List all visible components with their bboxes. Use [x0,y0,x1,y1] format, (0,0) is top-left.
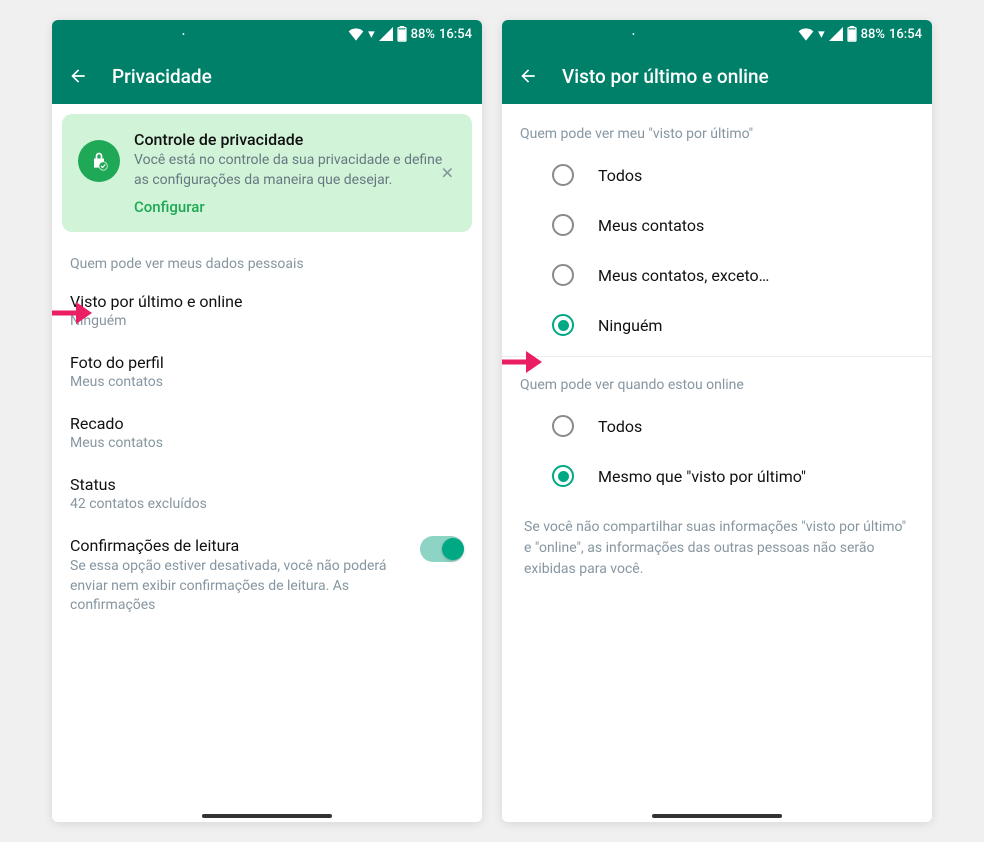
close-icon[interactable]: ✕ [435,158,460,189]
radio-same-as-lastseen[interactable]: Mesmo que "visto por último" [502,451,932,501]
banner-desc: Você está no controle da sua privacidade… [134,151,456,190]
footer-note: Se você não compartilhar suas informaçõe… [502,501,932,596]
wifi-icon [798,27,814,41]
setting-status[interactable]: Status 42 contatos excluídos [52,463,482,524]
radio-icon [552,415,574,437]
banner-link[interactable]: Configurar [134,198,456,216]
lock-check-icon [78,140,120,182]
status-bar: • ▾ 88% 16:54 [502,20,932,48]
nav-handle[interactable] [202,814,332,818]
setting-last-seen[interactable]: Visto por último e online Ninguém [52,280,482,341]
divider [502,356,932,357]
radio-icon [552,164,574,186]
wifi-icon [348,27,364,41]
section-header-lastseen: Quem pode ver meu "visto por último" [502,104,932,150]
clock: 16:54 [889,27,922,42]
battery-icon [397,26,407,42]
arrow-annotation [502,347,544,377]
radio-nobody[interactable]: Ninguém [502,300,932,350]
section-header-online: Quem pode ver quando estou online [502,363,932,401]
signal-icon [379,27,393,41]
read-receipts-toggle[interactable] [420,536,464,562]
radio-icon [552,264,574,286]
radio-everyone[interactable]: Todos [502,150,932,200]
back-icon[interactable] [68,66,88,86]
back-icon[interactable] [518,66,538,86]
arrow-annotation [52,298,94,328]
page-title: Privacidade [112,65,212,88]
radio-icon [552,214,574,236]
app-bar: Privacidade [52,48,482,104]
setting-profile-photo[interactable]: Foto do perfil Meus contatos [52,341,482,402]
radio-icon-selected [552,465,574,487]
setting-read-receipts[interactable]: Confirmações de leitura Se essa opção es… [52,524,482,628]
battery-pct: 88% [411,27,435,42]
radio-my-contacts[interactable]: Meus contatos [502,200,932,250]
setting-about[interactable]: Recado Meus contatos [52,402,482,463]
privacy-control-banner: Controle de privacidade Você está no con… [62,114,472,232]
nav-handle[interactable] [652,814,782,818]
clock: 16:54 [439,27,472,42]
page-title: Visto por último e online [562,65,769,88]
signal-icon [829,27,843,41]
radio-online-everyone[interactable]: Todos [502,401,932,451]
status-bar: • ▾ 88% 16:54 [52,20,482,48]
section-header: Quem pode ver meus dados pessoais [52,242,482,280]
banner-title: Controle de privacidade [134,130,456,149]
battery-pct: 88% [861,27,885,42]
radio-contacts-except[interactable]: Meus contatos, exceto… [502,250,932,300]
radio-icon-selected [552,314,574,336]
battery-icon [847,26,857,42]
app-bar: Visto por último e online [502,48,932,104]
